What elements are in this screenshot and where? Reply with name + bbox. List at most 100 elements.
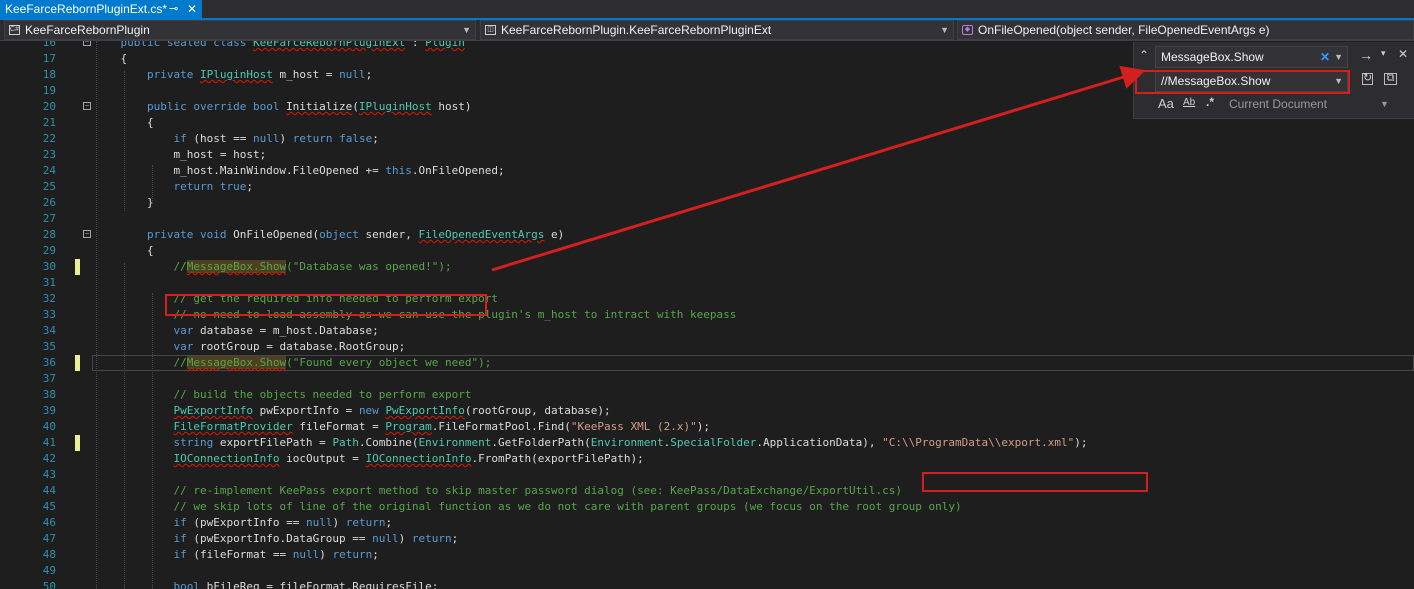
find-options-icon[interactable]: ▾ <box>1381 48 1386 59</box>
code-text: IOConnectionInfo iocOutput = IOConnectio… <box>173 452 644 465</box>
code-text: public override bool Initialize(IPluginH… <box>146 100 472 113</box>
code-line[interactable]: 22 if (host == null) return false; <box>0 131 1414 147</box>
line-number: 23 <box>42 148 56 161</box>
line-number: 29 <box>42 244 56 257</box>
class-dropdown[interactable]: ◫ KeeFarceRebornPlugin.KeeFarceRebornPlu… <box>480 20 954 40</box>
line-number: 42 <box>42 452 56 465</box>
project-dropdown[interactable]: C# KeeFarceRebornPlugin ▼ <box>4 20 476 40</box>
line-number: 32 <box>42 292 56 305</box>
code-line[interactable]: 24 m_host.MainWindow.FileOpened += this.… <box>0 163 1414 179</box>
code-line[interactable]: 31 <box>0 275 1414 291</box>
code-text: private IPluginHost m_host = null; <box>146 68 373 81</box>
line-number: 25 <box>42 180 56 193</box>
document-tab[interactable]: KeeFarceRebornPluginExt.cs* ⊸ ✕ <box>0 0 202 18</box>
line-number: 41 <box>42 436 56 449</box>
code-line[interactable]: 49 <box>0 563 1414 579</box>
collapse-icon[interactable]: − <box>83 230 91 238</box>
code-text: var rootGroup = database.RootGroup; <box>173 340 406 353</box>
line-number: 17 <box>42 52 56 65</box>
code-line[interactable]: 36 //MessageBox.Show("Found every object… <box>0 355 1414 371</box>
code-line[interactable]: 40 FileFormatProvider fileFormat = Progr… <box>0 419 1414 435</box>
code-line[interactable]: 29 { <box>0 243 1414 259</box>
code-text: // re-implement KeePass export method to… <box>173 484 902 497</box>
code-line[interactable]: 50 bool bFileReq = fileFormat.RequiresFi… <box>0 579 1414 589</box>
collapse-icon[interactable]: − <box>83 102 91 110</box>
line-number: 37 <box>42 372 56 385</box>
code-line[interactable]: 46 if (pwExportInfo == null) return; <box>0 515 1414 531</box>
code-line[interactable]: 37 <box>0 371 1414 387</box>
code-line[interactable]: 26 } <box>0 195 1414 211</box>
class-name: KeeFarceRebornPlugin.KeeFarceRebornPlugi… <box>501 23 772 37</box>
line-number: 18 <box>42 68 56 81</box>
code-editor[interactable]: 16 − public sealed class KeeFarceRebornPl… <box>0 41 1414 589</box>
search-input-value: MessageBox.Show <box>1161 50 1264 64</box>
project-name: KeeFarceRebornPlugin <box>25 23 150 37</box>
line-number: 44 <box>42 484 56 497</box>
close-find-icon[interactable]: ✕ <box>1398 47 1408 61</box>
code-line[interactable]: 25 return true; <box>0 179 1414 195</box>
code-line[interactable]: 38 // build the objects needed to perfor… <box>0 387 1414 403</box>
code-line[interactable]: 34 var database = m_host.Database; <box>0 323 1414 339</box>
clear-search-icon[interactable]: ✕ <box>1320 47 1330 67</box>
code-line[interactable]: 45 // we skip lots of line of the origin… <box>0 499 1414 515</box>
code-text: // we skip lots of line of the original … <box>173 500 962 513</box>
tab-title: KeeFarceRebornPluginExt.cs* <box>5 2 168 16</box>
code-line[interactable]: 28 − private void OnFileOpened(object sen… <box>0 227 1414 243</box>
code-line[interactable]: 42 IOConnectionInfo iocOutput = IOConnec… <box>0 451 1414 467</box>
code-line[interactable]: 30 //MessageBox.Show("Database was opene… <box>0 259 1414 275</box>
line-number: 39 <box>42 404 56 417</box>
code-line[interactable]: 39 PwExportInfo pwExportInfo = new PwExp… <box>0 403 1414 419</box>
collapse-icon[interactable]: − <box>83 41 91 46</box>
code-line[interactable]: 23 m_host = host; <box>0 147 1414 163</box>
change-marker <box>75 259 80 275</box>
change-marker <box>75 355 80 371</box>
code-text: if (pwExportInfo.DataGroup == null) retu… <box>173 532 459 545</box>
search-input[interactable]: MessageBox.Show ✕ ▼ <box>1155 46 1348 68</box>
code-line[interactable]: 47 if (pwExportInfo.DataGroup == null) r… <box>0 531 1414 547</box>
code-text: m_host.MainWindow.FileOpened += this.OnF… <box>94 164 505 177</box>
chevron-down-icon[interactable]: ▼ <box>1380 99 1389 109</box>
pin-icon[interactable]: ⊸ <box>169 0 178 18</box>
line-number: 24 <box>42 164 56 177</box>
member-dropdown[interactable]: ◆ OnFileOpened(object sender, FileOpened… <box>957 20 1414 40</box>
replace-all-icon[interactable]: ⧉ <box>1384 73 1397 85</box>
search-history-dropdown-icon[interactable]: ▼ <box>1334 47 1343 67</box>
collapse-replace-icon[interactable]: ⌃ <box>1139 48 1149 62</box>
code-text: //MessageBox.Show("Found every object we… <box>173 356 492 369</box>
code-line[interactable]: 27 <box>0 211 1414 227</box>
line-number: 21 <box>42 116 56 129</box>
code-text: { <box>94 244 154 257</box>
find-next-icon[interactable]: → <box>1359 47 1373 63</box>
member-name: OnFileOpened(object sender, FileOpenedEv… <box>978 23 1270 37</box>
csharp-project-icon: C# <box>9 25 20 35</box>
regex-icon[interactable]: .* <box>1206 95 1214 109</box>
line-number: 50 <box>42 580 56 589</box>
line-number: 31 <box>42 276 56 289</box>
code-text: if (fileFormat == null) return; <box>173 548 379 561</box>
code-text: FileFormatProvider fileFormat = Program.… <box>173 420 710 433</box>
code-text: //MessageBox.Show("Database was opened!"… <box>173 260 452 273</box>
replace-next-icon[interactable]: ↻ <box>1362 73 1373 85</box>
navigation-bar: C# KeeFarceRebornPlugin ▼ ◫ KeeFarceRebo… <box>0 20 1414 41</box>
code-text: private void OnFileOpened(object sender,… <box>146 228 565 241</box>
code-text: PwExportInfo pwExportInfo = new PwExport… <box>173 404 611 417</box>
chevron-down-icon: ▼ <box>462 25 471 35</box>
match-case-icon[interactable]: Aa <box>1158 96 1174 111</box>
code-line[interactable]: 43 <box>0 467 1414 483</box>
code-line[interactable]: 44 // re-implement KeePass export method… <box>0 483 1414 499</box>
line-number: 16 <box>42 41 56 49</box>
close-icon[interactable]: ✕ <box>187 0 197 18</box>
code-text: if (pwExportInfo == null) return; <box>173 516 393 529</box>
code-text: var database = m_host.Database; <box>173 324 379 337</box>
code-line[interactable]: 48 if (fileFormat == null) return; <box>0 547 1414 563</box>
match-whole-word-icon[interactable]: Ab <box>1183 97 1195 108</box>
line-number: 49 <box>42 564 56 577</box>
code-line[interactable]: 41 string exportFilePath = Path.Combine(… <box>0 435 1414 451</box>
line-number: 34 <box>42 324 56 337</box>
code-text: // build the objects needed to perform e… <box>173 388 472 401</box>
line-number: 27 <box>42 212 56 225</box>
chevron-down-icon: ▼ <box>940 25 949 35</box>
search-scope-dropdown[interactable]: Current Document <box>1229 97 1327 111</box>
line-number: 22 <box>42 132 56 145</box>
code-line[interactable]: 35 var rootGroup = database.RootGroup; <box>0 339 1414 355</box>
